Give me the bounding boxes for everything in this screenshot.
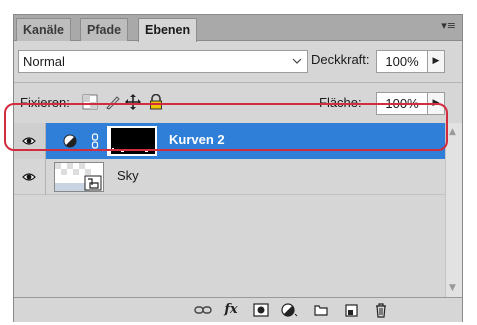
layers-bottom-toolbar: fx (14, 297, 462, 322)
lock-transparent-pixels-icon[interactable] (82, 94, 98, 110)
blend-mode-value: Normal (23, 54, 65, 69)
curves-adjustment-icon (63, 134, 77, 151)
opacity-input[interactable]: 100% (376, 50, 428, 73)
opacity-slider-button[interactable]: ▶ (427, 50, 445, 73)
divider (14, 82, 462, 83)
opacity-label: Deckkraft: (311, 52, 370, 67)
add-mask-icon[interactable] (252, 302, 270, 319)
lock-all-icon[interactable] (148, 93, 164, 110)
fill-slider-button[interactable]: ▶ (427, 92, 445, 115)
layer-row-kurven-2[interactable]: Kurven 2 (14, 123, 445, 159)
tab-paths[interactable]: Pfade (80, 18, 129, 41)
fill-input[interactable]: 100% (376, 92, 428, 115)
eye-icon (22, 173, 36, 181)
scroll-down-icon[interactable]: ▼ (449, 283, 456, 293)
layer-thumbnail[interactable] (54, 162, 104, 192)
layers-panel: Kanäle Pfade Ebenen ▾≡ Normal Deckkraft:… (13, 14, 463, 322)
adjustment-layer-icon[interactable] (280, 302, 298, 319)
visibility-toggle[interactable] (14, 123, 46, 159)
tab-layers[interactable]: Ebenen (138, 18, 198, 42)
fill-label: Fläche: (319, 95, 362, 110)
blend-mode-select[interactable]: Normal (18, 50, 308, 73)
new-group-icon[interactable] (312, 302, 330, 319)
layer-list: Kurven 2 Sky (14, 123, 445, 297)
layer-mask-thumbnail[interactable] (107, 126, 157, 156)
mask-link-icon[interactable] (91, 133, 99, 152)
fx-icon[interactable]: fx (220, 302, 242, 319)
lock-label: Fixieren: (20, 95, 70, 110)
eye-icon (22, 137, 36, 145)
layer-name[interactable]: Kurven 2 (169, 132, 225, 147)
new-layer-icon[interactable] (342, 302, 360, 319)
tab-bar: Kanäle Pfade Ebenen ▾≡ (14, 15, 462, 42)
panel-menu-icon[interactable]: ▾≡ (441, 19, 456, 32)
layer-row-sky[interactable]: Sky (14, 159, 445, 195)
lock-image-pixels-icon[interactable] (105, 94, 121, 110)
lock-row: Fixieren: Fläche: 100% ▶ (14, 85, 462, 121)
layer-list-scrollbar[interactable]: ▲ ▼ (445, 123, 462, 297)
blend-row: Normal Deckkraft: 100% ▶ (14, 42, 462, 82)
tab-channels[interactable]: Kanäle (16, 18, 71, 41)
chevron-down-icon (291, 51, 303, 80)
lock-position-icon[interactable] (125, 94, 141, 110)
scroll-up-icon[interactable]: ▲ (449, 127, 456, 137)
link-layers-icon[interactable] (194, 302, 212, 319)
layer-name[interactable]: Sky (117, 168, 139, 183)
trash-icon[interactable] (372, 302, 390, 319)
visibility-toggle[interactable] (14, 159, 46, 195)
